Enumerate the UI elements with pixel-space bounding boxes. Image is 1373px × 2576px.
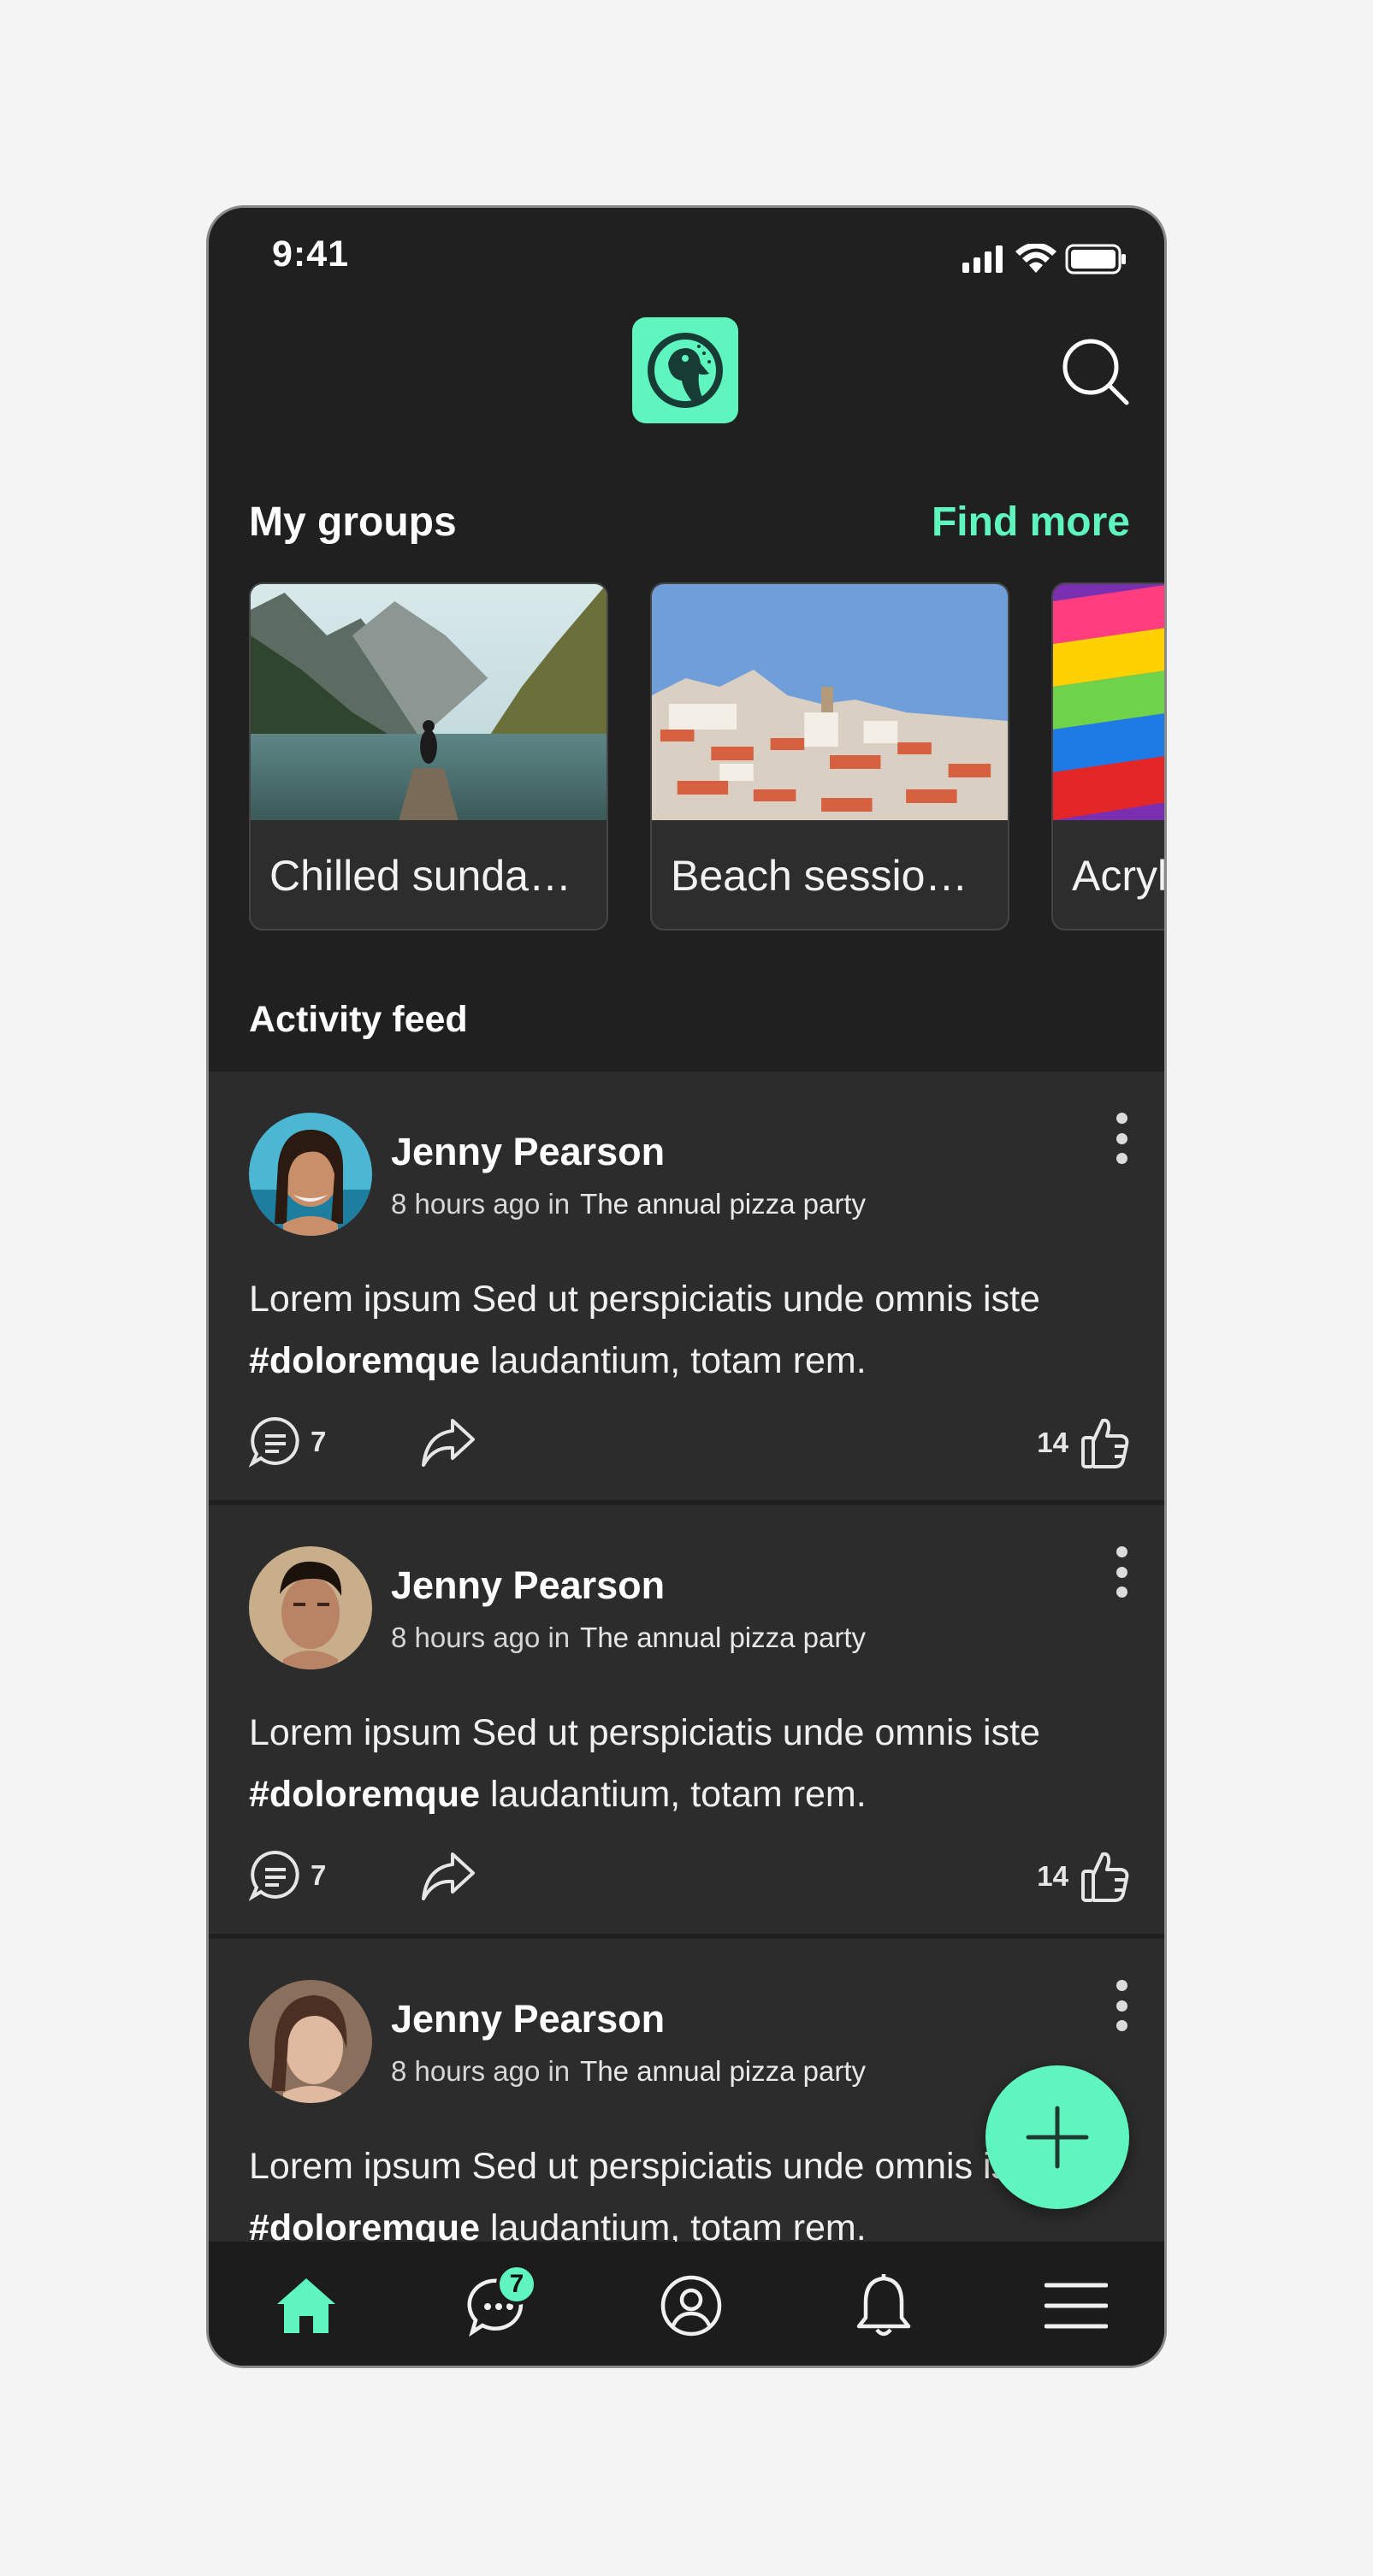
post-meta: 8 hours ago in The annual pizza party bbox=[391, 1622, 866, 1654]
post-body-end: laudantium, totam rem. bbox=[480, 1774, 867, 1815]
group-image-town bbox=[652, 584, 1008, 820]
post-actions: 7 14 bbox=[249, 1849, 1130, 1909]
post-body: Lorem ipsum Sed ut perspiciatis unde omn… bbox=[249, 2146, 1040, 2187]
post-time: 8 hours ago in bbox=[391, 2055, 571, 2087]
post-author[interactable]: Jenny Pearson bbox=[391, 1130, 665, 1174]
share-icon bbox=[422, 1419, 475, 1467]
post-body: Lorem ipsum Sed ut perspiciatis unde omn… bbox=[249, 1279, 1040, 1320]
group-card[interactable]: Chilled sunda… bbox=[249, 582, 608, 931]
wifi-icon bbox=[1015, 244, 1056, 273]
like-count: 14 bbox=[1037, 1427, 1068, 1458]
tab-menu[interactable] bbox=[1038, 2267, 1115, 2344]
groups-header: My groups Find more bbox=[249, 499, 1130, 550]
comment-count: 7 bbox=[311, 1426, 327, 1457]
share-button[interactable] bbox=[420, 1415, 476, 1473]
post-hashtag[interactable]: #doloremque bbox=[249, 1340, 480, 1381]
share-icon bbox=[422, 1852, 475, 1900]
search-icon bbox=[1062, 339, 1129, 405]
post-body: Lorem ipsum Sed ut perspiciatis unde omn… bbox=[249, 1712, 1040, 1753]
group-card[interactable]: Beach sessio… bbox=[650, 582, 1009, 931]
messages-badge: 7 bbox=[496, 2264, 537, 2305]
plus-icon bbox=[1026, 2106, 1089, 2169]
status-bar: 9:41 bbox=[209, 208, 1164, 302]
more-options-icon[interactable] bbox=[1111, 1113, 1132, 1164]
signal-icon bbox=[962, 245, 1003, 273]
like-count: 14 bbox=[1037, 1860, 1068, 1892]
menu-icon bbox=[1045, 2283, 1108, 2329]
like-button[interactable]: 14 bbox=[1037, 1849, 1130, 1904]
post-text: Lorem ipsum Sed ut perspiciatis unde omn… bbox=[249, 1702, 1139, 1825]
activity-feed-title: Activity feed bbox=[249, 999, 468, 1040]
create-post-button[interactable] bbox=[985, 2065, 1129, 2209]
comment-icon bbox=[249, 1850, 299, 1901]
post-time: 8 hours ago in bbox=[391, 1622, 571, 1653]
share-button[interactable] bbox=[420, 1849, 476, 1906]
group-label: Chilled sunda… bbox=[269, 852, 571, 900]
thumbs-up-icon bbox=[1081, 1852, 1129, 1902]
status-time: 9:41 bbox=[272, 233, 350, 275]
avatar[interactable] bbox=[249, 1980, 372, 2103]
post-author[interactable]: Jenny Pearson bbox=[391, 1997, 665, 2041]
group-label: Acryl bbox=[1072, 852, 1167, 900]
status-icons bbox=[962, 244, 1127, 275]
comment-button[interactable]: 7 bbox=[249, 1849, 326, 1902]
comment-icon bbox=[249, 1416, 299, 1468]
battery-icon bbox=[1065, 244, 1126, 275]
feed-post[interactable]: Jenny Pearson 8 hours ago in The annual p… bbox=[209, 1072, 1164, 1504]
bottom-tab-bar: 7 bbox=[209, 2242, 1164, 2366]
bird-logo-icon[interactable] bbox=[632, 317, 738, 423]
post-body-end: laudantium, totam rem. bbox=[480, 1340, 867, 1381]
tab-messages[interactable]: 7 bbox=[460, 2264, 537, 2344]
tab-profile[interactable] bbox=[653, 2267, 730, 2344]
feed-post[interactable]: Jenny Pearson 8 hours ago in The annual p… bbox=[209, 1505, 1164, 1937]
groups-carousel[interactable]: Chilled sunda… Beach sessio… Acryl bbox=[249, 582, 1167, 933]
post-meta: 8 hours ago in The annual pizza party bbox=[391, 2055, 866, 2088]
thumbs-up-icon bbox=[1081, 1418, 1129, 1468]
post-group-link[interactable]: The annual pizza party bbox=[580, 2055, 866, 2087]
more-options-icon[interactable] bbox=[1111, 1980, 1132, 2031]
tab-notifications[interactable] bbox=[845, 2267, 922, 2344]
phone-frame: 9:41 My groups Find more Chilled sunda… … bbox=[206, 205, 1167, 2368]
avatar[interactable] bbox=[249, 1113, 372, 1236]
post-meta: 8 hours ago in The annual pizza party bbox=[391, 1188, 866, 1220]
app-header bbox=[209, 310, 1164, 430]
post-author[interactable]: Jenny Pearson bbox=[391, 1563, 665, 1608]
group-image-paint bbox=[1053, 584, 1164, 820]
comment-button[interactable]: 7 bbox=[249, 1415, 326, 1468]
more-options-icon[interactable] bbox=[1111, 1546, 1132, 1598]
find-more-link[interactable]: Find more bbox=[932, 499, 1130, 546]
post-group-link[interactable]: The annual pizza party bbox=[580, 1188, 866, 1220]
post-hashtag[interactable]: #doloremque bbox=[249, 1774, 480, 1815]
profile-icon bbox=[660, 2275, 722, 2337]
group-image-lake bbox=[251, 584, 607, 820]
post-actions: 7 14 bbox=[249, 1415, 1130, 1475]
group-label: Beach sessio… bbox=[671, 852, 968, 900]
home-icon bbox=[277, 2278, 335, 2333]
post-group-link[interactable]: The annual pizza party bbox=[580, 1622, 866, 1653]
group-card[interactable]: Acryl bbox=[1051, 582, 1167, 931]
post-time: 8 hours ago in bbox=[391, 1188, 571, 1220]
tab-home[interactable] bbox=[268, 2267, 345, 2344]
groups-title: My groups bbox=[249, 499, 457, 545]
comment-count: 7 bbox=[311, 1859, 327, 1891]
post-text: Lorem ipsum Sed ut perspiciatis unde omn… bbox=[249, 1268, 1139, 1391]
like-button[interactable]: 14 bbox=[1037, 1415, 1130, 1470]
search-button[interactable] bbox=[1060, 336, 1130, 406]
avatar[interactable] bbox=[249, 1546, 372, 1669]
notifications-icon bbox=[856, 2274, 911, 2337]
